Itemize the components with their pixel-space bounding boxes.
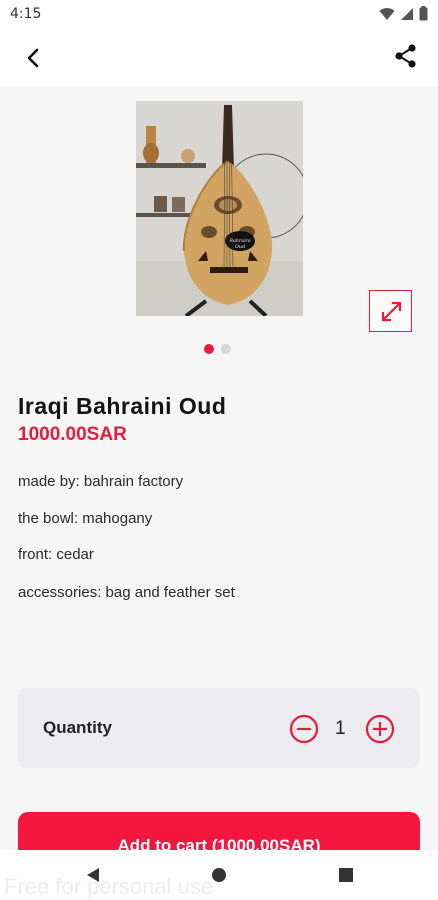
system-nav-bar <box>0 850 438 900</box>
product-price: 1000.00SAR <box>18 424 127 445</box>
minus-circle-icon <box>289 714 319 744</box>
increase-quantity-button[interactable] <box>365 714 395 744</box>
signal-icon <box>401 7 413 20</box>
quantity-selector: Quantity 1 <box>18 688 420 768</box>
quantity-value: 1 <box>335 718 346 739</box>
app-bar <box>0 28 438 86</box>
decrease-quantity-button[interactable] <box>289 714 319 744</box>
wifi-icon <box>379 7 395 20</box>
product-image[interactable]: Bahraini Oud <box>136 101 303 316</box>
battery-icon <box>419 6 428 21</box>
plus-circle-icon <box>365 714 395 744</box>
nav-back-button[interactable] <box>84 866 102 884</box>
expand-icon <box>381 301 402 322</box>
nav-home-button[interactable] <box>210 866 228 884</box>
expand-image-button[interactable] <box>369 290 412 332</box>
spec-accessories: accessories: bag and feather set <box>18 584 235 601</box>
status-icons <box>379 6 428 21</box>
carousel-dot[interactable] <box>221 344 231 354</box>
share-icon <box>395 44 416 68</box>
triangle-back-icon <box>87 868 99 882</box>
spec-front: front: cedar <box>18 546 94 563</box>
spec-bowl: the bowl: mahogany <box>18 510 153 527</box>
chevron-left-icon <box>27 48 39 68</box>
spec-made-by: made by: bahrain factory <box>18 473 184 490</box>
square-recents-icon <box>339 868 353 882</box>
status-time: 4:15 <box>10 6 42 22</box>
back-button[interactable] <box>20 44 48 72</box>
carousel-dot-active[interactable] <box>204 344 214 354</box>
quantity-label: Quantity <box>43 718 112 737</box>
svg-text:Oud: Oud <box>235 244 246 250</box>
product-title: Iraqi Bahraini Oud <box>18 393 227 419</box>
oud-photo: Bahraini Oud <box>136 101 303 316</box>
circle-home-icon <box>212 868 226 882</box>
carousel-indicator <box>204 344 231 354</box>
share-button[interactable] <box>392 42 420 70</box>
status-bar: 4:15 <box>0 0 438 28</box>
nav-recents-button[interactable] <box>337 866 355 884</box>
